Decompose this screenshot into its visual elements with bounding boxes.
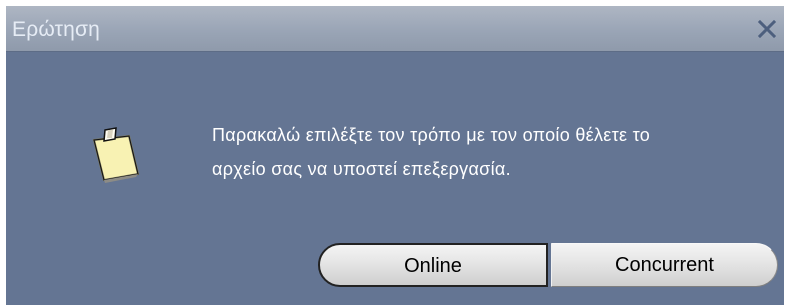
close-icon <box>758 20 776 38</box>
dialog-buttons: Online Concurrent <box>318 243 778 287</box>
close-button[interactable] <box>752 15 782 43</box>
message-line-2: αρχείο σας να υποστεί επεξεργασία. <box>212 159 511 179</box>
concurrent-button-label: Concurrent <box>615 254 714 276</box>
online-button-label: Online <box>404 255 462 277</box>
dialog-message: Παρακαλώ επιλέξτε τον τρόπο με τον οποίο… <box>212 118 778 186</box>
question-dialog: Ερώτηση Παρακαλώ επιλέξτε τον τρόπο με τ… <box>6 6 784 305</box>
window-title: Ερώτηση <box>12 18 101 41</box>
message-line-1: Παρακαλώ επιλέξτε τον τρόπο με τον οποίο… <box>212 125 651 145</box>
online-button[interactable]: Online <box>318 243 548 287</box>
note-icon <box>80 122 152 194</box>
concurrent-button[interactable]: Concurrent <box>551 243 778 287</box>
title-bar: Ερώτηση <box>6 6 784 52</box>
